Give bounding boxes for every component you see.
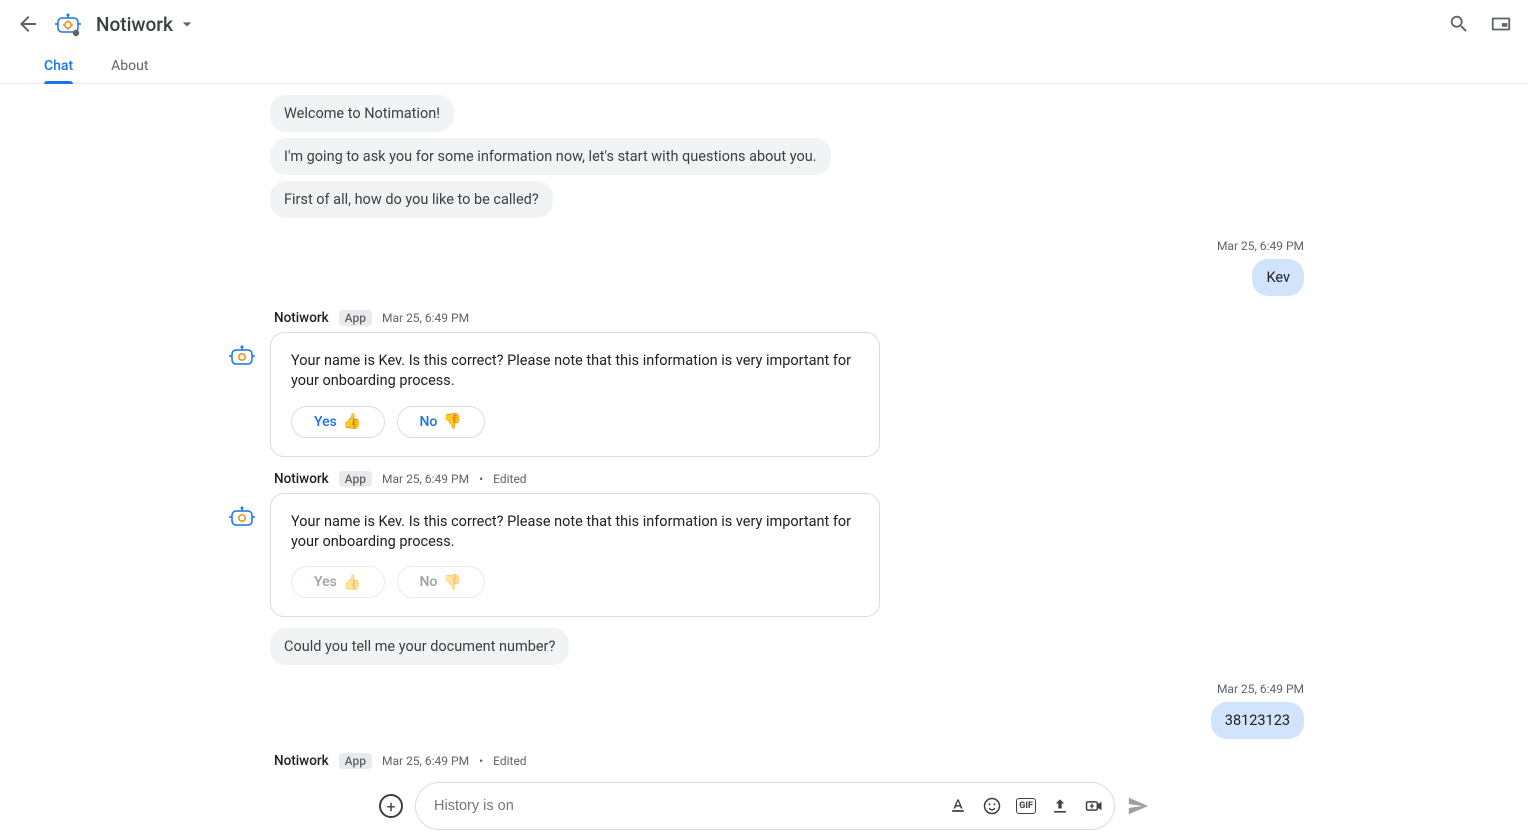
timestamp: Mar 25, 6:49 PM bbox=[1217, 682, 1304, 696]
composer: + GIF bbox=[0, 774, 1528, 838]
timestamp: Mar 25, 6:49 PM bbox=[382, 472, 469, 486]
add-button[interactable]: + bbox=[379, 794, 403, 818]
bot-followup: Could you tell me your document number? bbox=[270, 625, 1314, 668]
bot-avatar bbox=[226, 340, 258, 372]
timestamp: Mar 25, 6:49 PM bbox=[1217, 239, 1304, 253]
bot-message: I'm going to ask you for some informatio… bbox=[270, 138, 831, 175]
user-message-group: Mar 25, 6:49 PM Kev bbox=[214, 239, 1314, 296]
back-icon[interactable] bbox=[16, 12, 40, 36]
tab-chat[interactable]: Chat bbox=[44, 48, 73, 83]
edited-label: Edited bbox=[493, 472, 526, 486]
bot-card: Your name is Kev. Is this correct? Pleas… bbox=[270, 493, 880, 618]
upload-icon[interactable] bbox=[1050, 796, 1070, 816]
no-button-disabled: No 👎 bbox=[397, 566, 486, 598]
bot-card-group: Notiwork App Mar 25, 6:49 PM • Edited Yo… bbox=[214, 471, 1314, 669]
app-badge: App bbox=[339, 753, 372, 769]
thumbs-down-icon: 👎 bbox=[443, 575, 462, 590]
message-input[interactable] bbox=[434, 798, 948, 814]
header-actions bbox=[1448, 13, 1512, 35]
bot-intro-group: Welcome to Notimation! I'm going to ask … bbox=[270, 92, 1314, 221]
yes-button[interactable]: Yes 👍 bbox=[291, 406, 385, 438]
emoji-icon[interactable] bbox=[982, 796, 1002, 816]
yes-button-disabled: Yes 👍 bbox=[291, 566, 385, 598]
bot-message: Could you tell me your document number? bbox=[270, 628, 569, 665]
app-badge: App bbox=[339, 471, 372, 487]
yes-label: Yes bbox=[314, 574, 337, 590]
send-icon[interactable] bbox=[1127, 795, 1149, 817]
bot-message: Welcome to Notimation! bbox=[270, 95, 454, 132]
search-icon[interactable] bbox=[1448, 13, 1470, 35]
bot-card-group: Notiwork App Mar 25, 6:49 PM Your name i… bbox=[214, 310, 1314, 457]
bot-card: Your name is Kev. Is this correct? Pleas… bbox=[270, 332, 880, 457]
bot-header: Notiwork App Mar 25, 6:49 PM bbox=[274, 310, 1314, 326]
button-row: Yes 👍 No 👎 bbox=[291, 566, 859, 598]
bot-name: Notiwork bbox=[274, 753, 329, 769]
user-message: 38123123 bbox=[1211, 702, 1304, 739]
tab-about[interactable]: About bbox=[111, 48, 148, 83]
thumbs-down-icon: 👎 bbox=[443, 414, 462, 429]
no-label: No bbox=[420, 574, 438, 590]
message-input-container: GIF bbox=[415, 782, 1115, 830]
bot-name: Notiwork bbox=[274, 310, 329, 326]
header: Notiwork bbox=[0, 0, 1528, 48]
app-avatar bbox=[52, 8, 84, 40]
chevron-down-icon bbox=[177, 14, 197, 34]
yes-label: Yes bbox=[314, 414, 337, 430]
video-icon[interactable] bbox=[1084, 796, 1104, 816]
bot-header: Notiwork App Mar 25, 6:49 PM • Edited bbox=[274, 471, 1314, 487]
format-icon[interactable] bbox=[948, 796, 968, 816]
bot-card-group: Notiwork App Mar 25, 6:49 PM • Edited Wh… bbox=[214, 753, 1314, 774]
thumbs-up-icon: 👍 bbox=[343, 575, 362, 590]
separator: • bbox=[479, 754, 483, 768]
no-label: No bbox=[420, 414, 438, 430]
app-badge: App bbox=[339, 310, 372, 326]
bot-header: Notiwork App Mar 25, 6:49 PM • Edited bbox=[274, 753, 1314, 769]
tabs: Chat About bbox=[0, 48, 1528, 84]
button-row: Yes 👍 No 👎 bbox=[291, 406, 859, 438]
user-message-group: Mar 25, 6:49 PM 38123123 bbox=[214, 682, 1314, 739]
thumbs-up-icon: 👍 bbox=[343, 414, 362, 429]
card-text: Your name is Kev. Is this correct? Pleas… bbox=[291, 351, 859, 392]
bot-message: First of all, how do you like to be call… bbox=[270, 181, 553, 218]
gif-icon[interactable]: GIF bbox=[1016, 798, 1036, 814]
chat-area[interactable]: Welcome to Notimation! I'm going to ask … bbox=[0, 84, 1528, 774]
app-title[interactable]: Notiwork bbox=[96, 13, 197, 36]
app-title-text: Notiwork bbox=[96, 13, 173, 36]
bot-name: Notiwork bbox=[274, 471, 329, 487]
pip-icon[interactable] bbox=[1490, 13, 1512, 35]
timestamp: Mar 25, 6:49 PM bbox=[382, 754, 469, 768]
no-button[interactable]: No 👎 bbox=[397, 406, 486, 438]
user-message: Kev bbox=[1252, 259, 1304, 296]
timestamp: Mar 25, 6:49 PM bbox=[382, 311, 469, 325]
card-text: Your name is Kev. Is this correct? Pleas… bbox=[291, 512, 859, 553]
bot-avatar bbox=[226, 501, 258, 533]
edited-label: Edited bbox=[493, 754, 526, 768]
separator: • bbox=[479, 472, 483, 486]
